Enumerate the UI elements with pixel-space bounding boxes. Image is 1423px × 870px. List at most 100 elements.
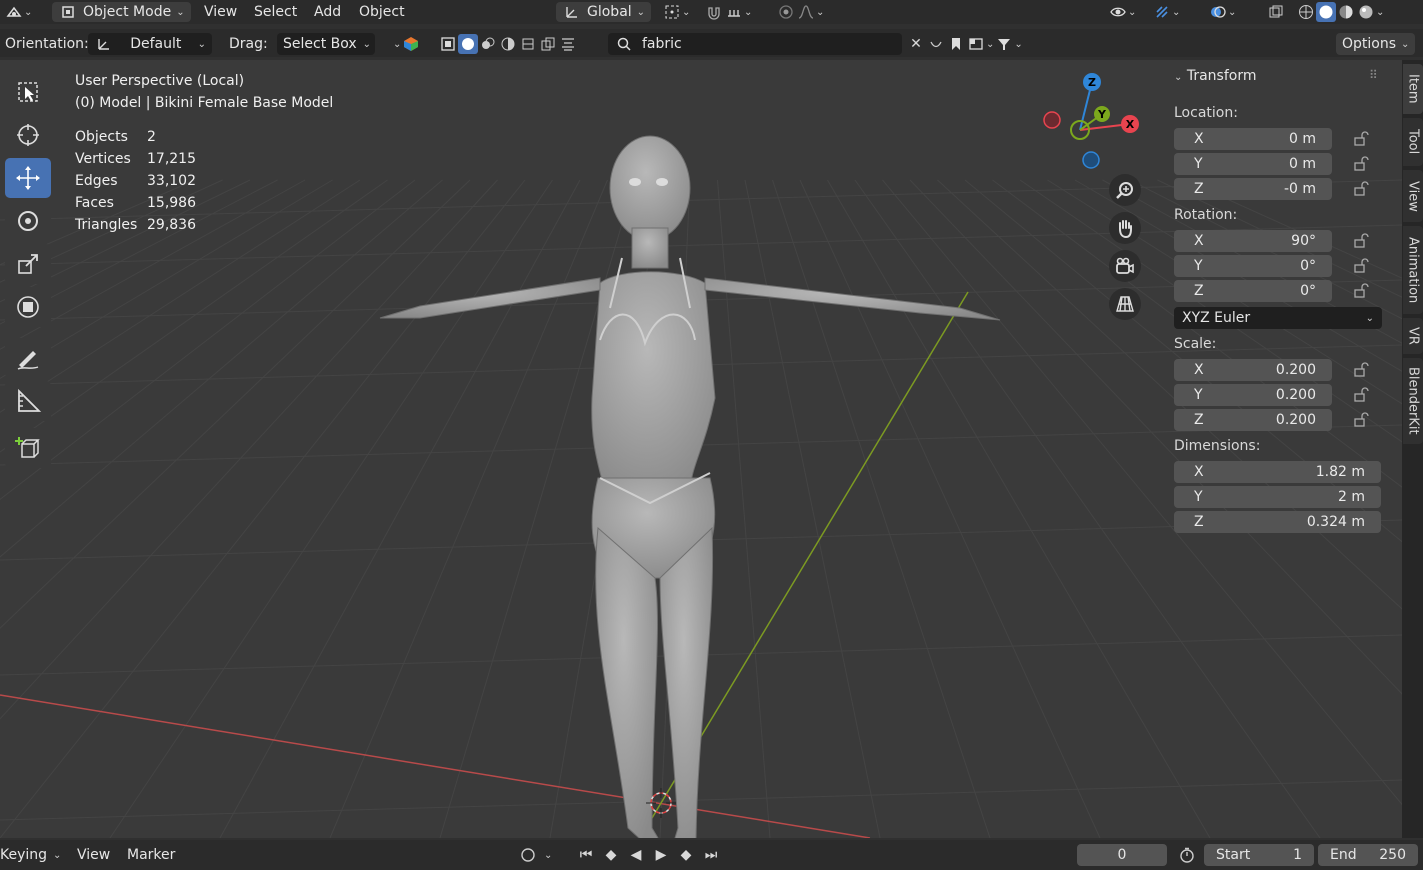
auto-keying-toggle[interactable]: ⌄ — [518, 844, 552, 866]
scale-tool[interactable] — [5, 244, 51, 284]
tab-tool[interactable]: Tool — [1403, 118, 1423, 166]
material-shading-icon[interactable] — [1336, 2, 1356, 22]
tab-vr[interactable]: VR — [1403, 318, 1423, 354]
current-frame-field[interactable]: 0 — [1077, 844, 1167, 866]
move-tool[interactable] — [5, 158, 51, 198]
overlays-button[interactable]: ⌄ — [1208, 0, 1236, 24]
location-z-field[interactable]: Z -0 m — [1174, 178, 1332, 200]
drag-handle-icon[interactable]: ⠿ — [1369, 68, 1378, 82]
select-invert-icon[interactable] — [498, 34, 518, 54]
character-model[interactable] — [360, 108, 1020, 838]
rotation-mode-dropdown[interactable]: XYZ Euler ⌄ — [1174, 307, 1382, 329]
play-icon[interactable]: ▶ — [651, 845, 671, 865]
marker-menu[interactable]: Marker — [127, 844, 175, 866]
lock-icon[interactable] — [1353, 387, 1371, 403]
transform-tool[interactable] — [5, 287, 51, 327]
lock-icon[interactable] — [1353, 258, 1371, 274]
dimensions-y-field[interactable]: Y 2 m — [1174, 486, 1381, 508]
filter-icon[interactable] — [994, 34, 1014, 54]
measure-tool[interactable] — [5, 381, 51, 421]
orientation-dropdown[interactable]: Default ⌄ — [88, 33, 212, 55]
rotate-tool[interactable] — [5, 201, 51, 241]
drag-dropdown[interactable]: Select Box ⌄ — [277, 33, 375, 55]
scale-z-field[interactable]: Z 0.200 — [1174, 409, 1332, 431]
select-subtract-icon[interactable] — [478, 34, 498, 54]
keying-menu[interactable]: Keying ⌄ — [0, 844, 61, 866]
perspective-toggle-button[interactable] — [1109, 288, 1141, 320]
lock-icon[interactable] — [1353, 233, 1371, 249]
proportional-editing-button[interactable]: ⌄ — [776, 0, 824, 24]
gizmo-toggle-button[interactable]: ⌄ — [1152, 0, 1180, 24]
gizmo-neg-z[interactable] — [1082, 151, 1100, 169]
lock-icon[interactable] — [1353, 156, 1371, 172]
clear-search-icon[interactable]: ✕ — [906, 34, 926, 54]
zoom-button[interactable] — [1109, 174, 1141, 206]
copy-icon[interactable] — [538, 34, 558, 54]
bookmark-icon[interactable] — [946, 34, 966, 54]
tab-animation[interactable]: Animation — [1403, 226, 1423, 314]
editor-type-button[interactable]: ⌄ — [4, 0, 32, 24]
lock-icon[interactable] — [1353, 362, 1371, 378]
lock-icon[interactable] — [1353, 412, 1371, 428]
mode-selector[interactable]: Object Mode ⌄ — [52, 0, 191, 24]
pivot-point-button[interactable]: ⌄ — [662, 0, 690, 24]
visibility-button[interactable]: ⌄ — [1108, 0, 1136, 24]
add-cube-tool[interactable] — [5, 428, 51, 468]
play-reverse-icon[interactable]: ◀ — [626, 845, 646, 865]
tab-item[interactable]: Item — [1403, 64, 1423, 114]
3d-cursor-icon[interactable] — [644, 786, 678, 820]
jump-start-icon[interactable]: ⏮ — [576, 845, 596, 865]
rendered-shading-icon[interactable] — [1356, 2, 1376, 22]
dimensions-z-field[interactable]: Z 0.324 m — [1174, 511, 1381, 533]
location-x-field[interactable]: X 0 m — [1174, 128, 1332, 150]
menu-object[interactable]: Object — [359, 0, 405, 24]
solid-shading-icon[interactable] — [1316, 2, 1336, 22]
next-keyframe-icon[interactable]: ◆ — [676, 845, 696, 865]
preview-range-toggle[interactable] — [1177, 844, 1197, 866]
rotation-y-field[interactable]: Y 0° — [1174, 255, 1332, 277]
location-y-field[interactable]: Y 0 m — [1174, 153, 1332, 175]
jump-end-icon[interactable]: ⏭ — [701, 845, 721, 865]
cursor-tool[interactable] — [5, 115, 51, 155]
xray-toggle-button[interactable] — [1266, 0, 1286, 24]
object-type-filter[interactable]: ⌄ — [393, 33, 421, 55]
select-new-icon[interactable] — [438, 34, 458, 54]
lock-icon[interactable] — [1353, 181, 1371, 197]
end-frame-field[interactable]: End 250 — [1318, 844, 1418, 866]
navigation-gizmo[interactable]: Z X Y — [1040, 70, 1144, 174]
snap-button[interactable]: ⌄ — [704, 0, 752, 24]
tab-blenderkit[interactable]: BlenderKit — [1403, 358, 1423, 444]
annotate-tool[interactable] — [5, 338, 51, 378]
select-mode-group[interactable] — [438, 33, 578, 55]
options-dropdown[interactable]: Options ⌄ — [1336, 33, 1416, 55]
prev-keyframe-icon[interactable]: ◆ — [601, 845, 621, 865]
search-input[interactable]: fabric — [642, 36, 682, 52]
dimensions-x-field[interactable]: X 1.82 m — [1174, 461, 1381, 483]
rotation-x-field[interactable]: X 90° — [1174, 230, 1332, 252]
search-actions[interactable]: ✕ ⌄ ⌄ — [906, 33, 1023, 55]
lock-icon[interactable] — [1353, 283, 1371, 299]
shading-mode-group[interactable]: ⌄ — [1296, 0, 1384, 24]
scale-x-field[interactable]: X 0.200 — [1174, 359, 1332, 381]
search-field[interactable]: fabric — [608, 33, 902, 55]
transform-orientation-dropdown[interactable]: Global ⌄ — [556, 0, 652, 24]
display-mode-icon[interactable] — [966, 34, 986, 54]
transform-panel-header[interactable]: ⌄ Transform — [1174, 68, 1256, 84]
rotation-z-field[interactable]: Z 0° — [1174, 280, 1332, 302]
select-extend-icon[interactable] — [458, 34, 478, 54]
menu-add[interactable]: Add — [314, 0, 341, 24]
start-frame-field[interactable]: Start 1 — [1204, 844, 1314, 866]
pan-button[interactable] — [1109, 212, 1141, 244]
gizmo-neg-x[interactable] — [1043, 111, 1061, 129]
lock-icon[interactable] — [1353, 131, 1371, 147]
collapse-icon[interactable] — [926, 34, 946, 54]
select-intersect-icon[interactable] — [518, 34, 538, 54]
wireframe-shading-icon[interactable] — [1296, 2, 1316, 22]
tab-view[interactable]: View — [1403, 170, 1423, 222]
scale-y-field[interactable]: Y 0.200 — [1174, 384, 1332, 406]
menu-view[interactable]: View — [204, 0, 237, 24]
menu-select[interactable]: Select — [254, 0, 297, 24]
select-box-tool[interactable] — [5, 72, 51, 112]
align-icon[interactable] — [558, 34, 578, 54]
camera-view-button[interactable] — [1109, 250, 1141, 282]
